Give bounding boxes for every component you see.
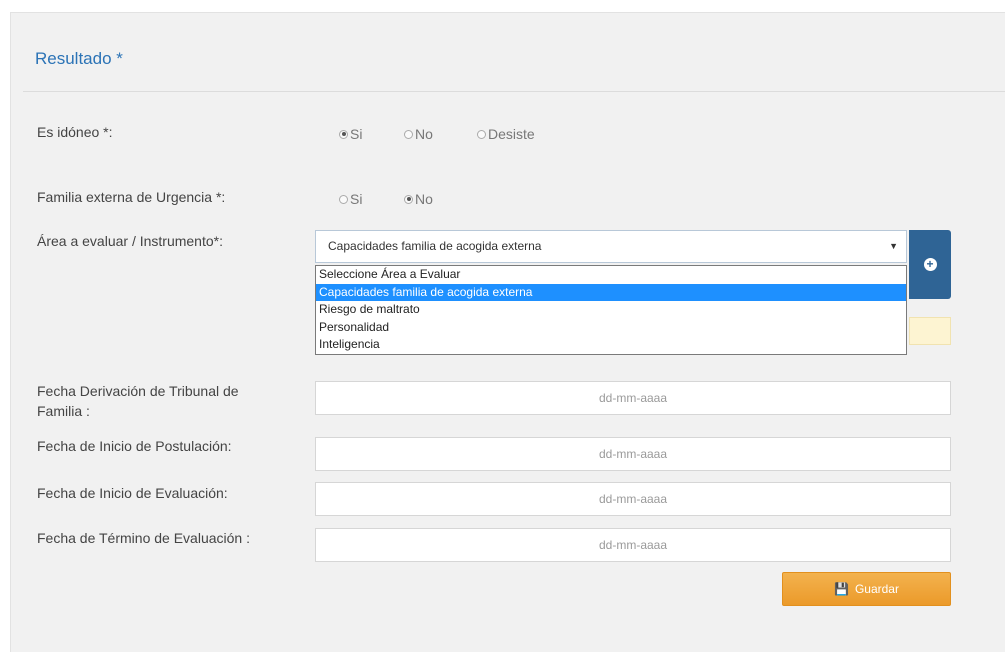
area-select[interactable]: Capacidades familia de acogida externa ▼ — [315, 230, 907, 263]
radio-unchecked-icon — [339, 194, 348, 204]
familia-externa-radio-no[interactable]: No — [404, 191, 433, 207]
fecha-derivacion-input[interactable] — [315, 381, 951, 415]
idoneo-option-no-label: No — [415, 126, 433, 142]
title-divider — [23, 91, 1005, 92]
caret-down-icon: ▼ — [889, 241, 898, 251]
fecha-termino-evaluacion-label: Fecha de Término de Evaluación : — [37, 530, 250, 546]
dropdown-option[interactable]: Personalidad — [316, 319, 906, 337]
area-label: Área a evaluar / Instrumento*: — [37, 233, 223, 249]
familia-externa-option-no-label: No — [415, 191, 433, 207]
fecha-derivacion-label: Fecha Derivación de Tribunal de Familia … — [37, 381, 239, 421]
fecha-inicio-postulacion-input[interactable] — [315, 437, 951, 471]
familia-externa-radio-si[interactable]: Si — [339, 191, 362, 207]
familia-externa-label: Familia externa de Urgencia *: — [37, 189, 226, 205]
fecha-inicio-evaluacion-label: Fecha de Inicio de Evaluación: — [37, 485, 228, 501]
area-dropdown-list: Seleccione Área a Evaluar Capacidades fa… — [315, 265, 907, 355]
dropdown-option[interactable]: Seleccione Área a Evaluar — [316, 266, 906, 284]
add-area-button[interactable]: + — [909, 230, 951, 299]
idoneo-option-si-label: Si — [350, 126, 363, 142]
result-panel: Resultado * Es idóneo *: Si No Desiste F… — [10, 12, 1005, 652]
section-title: Resultado * — [35, 49, 123, 68]
idoneo-label: Es idóneo *: — [37, 124, 113, 140]
idoneo-radio-desiste[interactable]: Desiste — [477, 126, 535, 142]
dropdown-option[interactable]: Inteligencia — [316, 336, 906, 354]
radio-checked-icon — [404, 194, 413, 204]
idoneo-radio-no[interactable]: No — [404, 126, 433, 142]
fecha-derivacion-label-line1: Fecha Derivación de Tribunal de — [37, 383, 239, 399]
dropdown-option[interactable]: Riesgo de maltrato — [316, 301, 906, 319]
plus-circle-icon: + — [923, 258, 937, 271]
area-select-value: Capacidades familia de acogida externa — [328, 239, 542, 253]
familia-externa-option-si-label: Si — [350, 191, 363, 207]
save-button-label: Guardar — [854, 582, 899, 596]
fecha-inicio-evaluacion-input[interactable] — [315, 482, 951, 516]
idoneo-radio-si[interactable]: Si — [339, 126, 362, 142]
save-icon: 💾 — [834, 582, 849, 596]
dropdown-option-selected[interactable]: Capacidades familia de acogida externa — [316, 283, 906, 301]
fecha-termino-evaluacion-input[interactable] — [315, 528, 951, 562]
radio-unchecked-icon — [477, 129, 486, 139]
idoneo-option-desiste-label: Desiste — [488, 126, 535, 142]
notice-bar — [909, 317, 951, 345]
radio-checked-icon — [339, 129, 348, 139]
save-button[interactable]: 💾 Guardar — [782, 572, 951, 606]
fecha-derivacion-label-line2: Familia : — [37, 403, 90, 419]
radio-unchecked-icon — [404, 129, 413, 139]
fecha-inicio-postulacion-label: Fecha de Inicio de Postulación: — [37, 438, 232, 454]
